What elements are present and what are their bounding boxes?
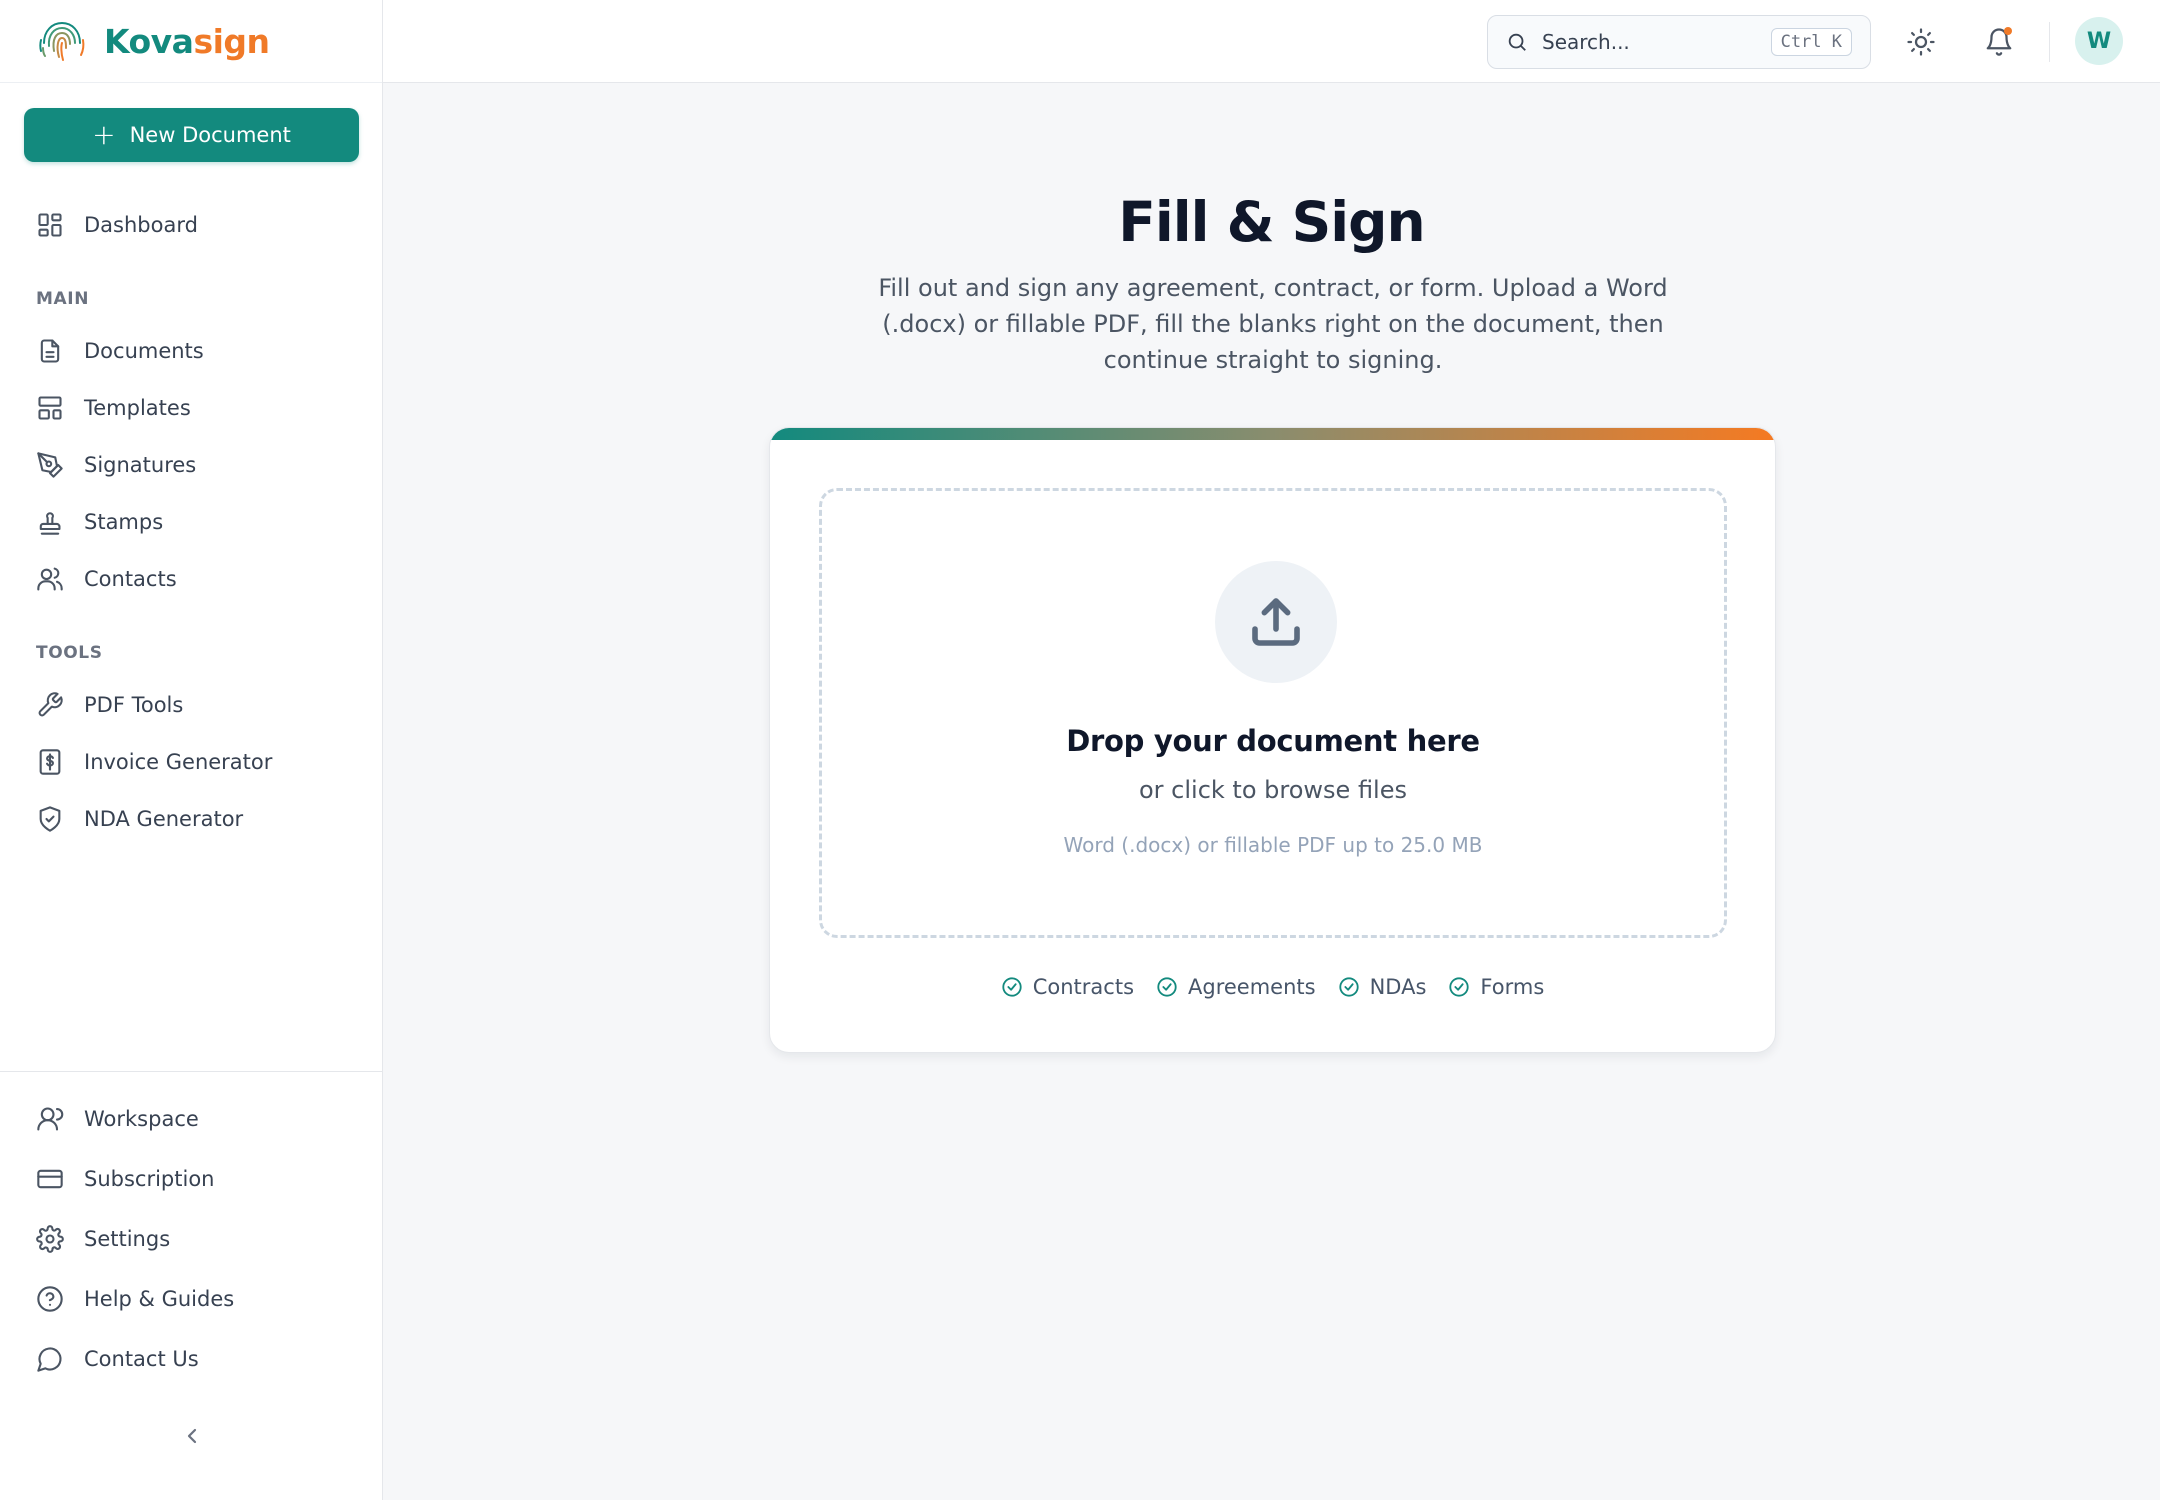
check-circle-icon	[1002, 977, 1022, 997]
users-icon	[34, 563, 66, 595]
sidebar-item-label: Dashboard	[84, 213, 198, 237]
sidebar-item-templates[interactable]: Templates	[34, 388, 191, 428]
template-icon	[34, 392, 66, 424]
document-type-tags: Contracts Agreements NDAs Forms	[770, 975, 1775, 999]
sidebar-item-help-guides[interactable]: Help & Guides	[34, 1279, 234, 1319]
fingerprint-logo-icon	[39, 21, 85, 61]
sidebar-item-label: Contacts	[84, 567, 177, 591]
sidebar-item-label: Contact Us	[84, 1347, 199, 1371]
plus-icon: +	[92, 118, 116, 151]
page-title: Fill & Sign	[1118, 190, 1425, 254]
sidebar-item-label: PDF Tools	[84, 693, 184, 717]
shield-check-icon	[34, 803, 66, 835]
sidebar-item-signatures[interactable]: Signatures	[34, 445, 196, 485]
app-root: Kovasign + New Document Dashboard MAIN D…	[0, 0, 2160, 1500]
check-circle-icon	[1157, 977, 1177, 997]
brand-name-part2: sign	[193, 21, 270, 61]
check-circle-icon	[1449, 977, 1470, 997]
sidebar-item-label: Help & Guides	[84, 1287, 235, 1311]
tag-label: NDAs	[1369, 975, 1427, 999]
stamp-icon	[34, 506, 66, 538]
page-subtitle: Fill out and sign any agreement, contrac…	[878, 274, 1668, 374]
upload-icon	[1252, 598, 1300, 646]
sidebar-item-invoice-generator[interactable]: Invoice Generator	[34, 742, 272, 782]
sidebar-item-subscription[interactable]: Subscription	[34, 1159, 214, 1199]
file-dropzone[interactable]: Drop your document here or click to brow…	[819, 488, 1727, 938]
sidebar-item-label: Templates	[84, 396, 191, 420]
sidebar-item-dashboard[interactable]: Dashboard	[34, 205, 198, 245]
tag-label: Forms	[1480, 975, 1545, 999]
topbar: Search... Ctrl K W	[383, 0, 2160, 83]
card-gradient-bar	[770, 428, 1775, 440]
notification-dot	[2004, 27, 2012, 35]
topbar-separator	[2049, 22, 2050, 62]
brand[interactable]: Kovasign	[0, 0, 382, 83]
dropzone-browse-text[interactable]: or click to browse files	[822, 776, 1724, 804]
new-document-button[interactable]: + New Document	[24, 108, 359, 162]
tag-label: Contracts	[1032, 975, 1135, 999]
brand-name-part1: Kova	[104, 21, 194, 61]
search-icon	[1508, 33, 1526, 51]
search-placeholder: Search...	[1542, 30, 1630, 54]
sidebar-item-label: Documents	[84, 339, 204, 363]
credit-card-icon	[34, 1163, 66, 1195]
sidebar-item-label: Settings	[84, 1227, 171, 1251]
user-icon	[34, 1103, 66, 1135]
dashboard-grid-icon	[34, 209, 66, 241]
document-icon	[34, 335, 66, 367]
sidebar-item-workspace[interactable]: Workspace	[34, 1099, 199, 1139]
tag-agreements: Agreements	[1156, 975, 1316, 999]
sun-icon	[1907, 28, 1935, 56]
gear-icon	[34, 1223, 66, 1255]
brand-name: Kovasign	[104, 22, 270, 61]
sidebar-item-nda-generator[interactable]: NDA Generator	[34, 799, 243, 839]
sidebar: Kovasign + New Document Dashboard MAIN D…	[0, 0, 383, 1500]
sidebar-item-label: NDA Generator	[84, 807, 244, 831]
sidebar-item-label: Subscription	[84, 1167, 215, 1191]
collapse-sidebar-button[interactable]	[176, 1420, 208, 1452]
wrench-icon	[34, 689, 66, 721]
chat-bubble-icon	[34, 1343, 66, 1375]
tag-ndas: NDAs	[1338, 975, 1427, 999]
sidebar-item-pdf-tools[interactable]: PDF Tools	[34, 685, 183, 725]
sidebar-item-documents[interactable]: Documents	[34, 331, 204, 371]
tag-contracts: Contracts	[1001, 975, 1134, 999]
tag-label: Agreements	[1188, 975, 1316, 999]
sidebar-item-contact-us[interactable]: Contact Us	[34, 1339, 199, 1379]
sidebar-divider	[0, 1071, 383, 1072]
notifications-button[interactable]	[1979, 22, 2019, 62]
sidebar-item-label: Signatures	[84, 453, 197, 477]
tag-forms: Forms	[1448, 975, 1544, 999]
new-document-label: New Document	[129, 123, 291, 147]
section-label-main: MAIN	[36, 289, 90, 309]
invoice-icon	[34, 746, 66, 778]
sidebar-item-label: Stamps	[84, 510, 164, 534]
avatar[interactable]: W	[2075, 17, 2123, 65]
theme-toggle-button[interactable]	[1901, 22, 1941, 62]
sidebar-item-settings[interactable]: Settings	[34, 1219, 170, 1259]
dropzone-file-hint: Word (.docx) or fillable PDF up to 25.0 …	[1063, 833, 1483, 857]
sidebar-item-contacts[interactable]: Contacts	[34, 559, 177, 599]
pen-nib-icon	[34, 449, 66, 481]
sidebar-item-stamps[interactable]: Stamps	[34, 502, 163, 542]
upload-card: Drop your document here or click to brow…	[769, 427, 1776, 1053]
section-label-tools: TOOLS	[36, 643, 103, 663]
check-circle-icon	[1338, 977, 1359, 997]
dropzone-title: Drop your document here	[1066, 724, 1480, 758]
help-circle-icon	[34, 1283, 66, 1315]
search-input[interactable]: Search... Ctrl K	[1487, 15, 1871, 69]
sidebar-item-label: Workspace	[84, 1107, 199, 1131]
sidebar-item-label: Invoice Generator	[84, 750, 273, 774]
upload-icon-circle	[1215, 561, 1337, 683]
chevron-left-icon	[187, 1428, 197, 1444]
search-shortcut-badge: Ctrl K	[1770, 28, 1852, 56]
